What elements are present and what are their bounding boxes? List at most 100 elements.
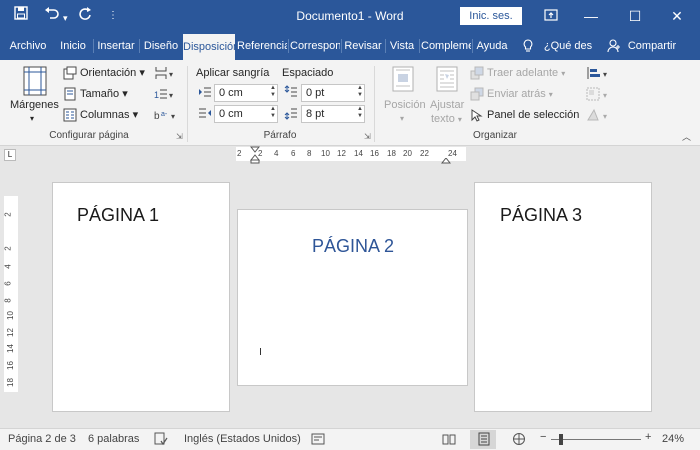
bring-forward-label: Traer adelante [487, 67, 559, 79]
proofing-icon[interactable] [154, 432, 168, 449]
ruler-tick: 18 [5, 378, 15, 387]
svg-text:▾: ▾ [603, 112, 607, 121]
customize-toolbar-icon[interactable]: ⋮ [108, 6, 118, 26]
margins-icon[interactable] [22, 66, 48, 99]
horizontal-ruler[interactable]: 2 2 4 6 8 10 12 14 16 18 20 22 24 [236, 146, 466, 164]
collapse-ribbon-icon[interactable]: ︿ [682, 130, 691, 144]
wrap-text-icon[interactable] [436, 66, 458, 95]
selection-pane-button[interactable]: Panel de selección [487, 108, 579, 122]
page-2[interactable]: PÁGINA 2 [237, 209, 468, 386]
zoom-slider-thumb[interactable] [559, 434, 563, 445]
maximize-button[interactable]: ☐ [615, 0, 655, 32]
indent-right-input[interactable]: 0 cm ▲ ▼ [214, 105, 278, 123]
svg-text:a-: a- [161, 111, 168, 118]
indent-left-input[interactable]: 0 cm ▲ ▼ [214, 84, 278, 102]
wrap-text-label-1[interactable]: Ajustar [430, 98, 464, 112]
svg-text:b: b [154, 111, 160, 122]
ruler-tick: 14 [5, 344, 15, 353]
size-icon [63, 87, 77, 104]
tab-addins[interactable]: Complementos [421, 32, 471, 60]
ruler-tick: 16 [370, 149, 379, 158]
sign-in-button[interactable]: Inic. ses. [460, 7, 522, 25]
zoom-in-button[interactable]: + [645, 431, 651, 443]
indent-left-spinner-icon[interactable]: ▲ ▼ [270, 85, 276, 99]
tab-mailings[interactable]: Correspondencia [290, 32, 340, 60]
send-backward-button[interactable]: Enviar atrás ▾ [487, 87, 553, 102]
ruler-tick: 18 [387, 149, 396, 158]
indent-right-spinner-icon[interactable]: ▲ ▼ [270, 106, 276, 120]
spacing-before-spinner-icon[interactable]: ▲ ▼ [357, 85, 363, 99]
align-icon[interactable]: ▾ [586, 66, 610, 83]
group-page-setup-label: Configurar página [49, 130, 129, 141]
tab-view[interactable]: Vista [387, 32, 417, 60]
print-layout-icon[interactable] [477, 432, 491, 449]
tab-home[interactable]: Inicio [56, 32, 90, 60]
tab-file[interactable]: Archivo [4, 32, 52, 60]
orientation-button[interactable]: Orientación ▾ [80, 66, 145, 80]
tell-me-search[interactable]: ¿Qué des [540, 32, 596, 60]
svg-text:▾: ▾ [171, 112, 175, 121]
share-button[interactable]: Compartir [624, 32, 680, 60]
indent-left-value: 0 cm [219, 87, 243, 99]
spacing-after-spinner-icon[interactable]: ▲ ▼ [357, 106, 363, 120]
page-1[interactable]: PÁGINA 1 [52, 182, 230, 412]
breaks-icon[interactable]: ▾ [154, 66, 176, 83]
bring-forward-button[interactable]: Traer adelante ▾ [487, 66, 565, 81]
wrap-text-label-2[interactable]: texto ▾ [431, 112, 462, 127]
language-status[interactable]: Inglés (Estados Unidos) [184, 433, 301, 445]
tab-design[interactable]: Diseño [141, 32, 181, 60]
svg-text:▾: ▾ [169, 91, 173, 100]
line-numbers-icon[interactable]: 1 ▾ [154, 87, 176, 104]
spacing-after-input[interactable]: 8 pt ▲ ▼ [301, 105, 365, 123]
orientation-label: Orientación [80, 67, 137, 79]
accessibility-icon[interactable] [311, 432, 325, 449]
ribbon-display-options-icon[interactable] [531, 0, 571, 32]
group-objects-icon[interactable]: ▾ [586, 87, 610, 104]
hyphenation-icon[interactable]: b a- ▾ [154, 108, 178, 125]
ruler-tick: 20 [403, 149, 412, 158]
svg-text:▾: ▾ [169, 70, 173, 79]
close-button[interactable]: ✕ [657, 0, 697, 32]
page-2-heading: PÁGINA 2 [312, 236, 395, 256]
share-person-icon[interactable] [606, 32, 622, 60]
page-setup-launcher-icon[interactable]: ⇲ [176, 132, 183, 141]
web-layout-icon[interactable] [512, 432, 526, 449]
columns-button[interactable]: Columnas ▾ [80, 108, 138, 122]
minimize-button[interactable]: — [571, 0, 611, 32]
position-icon[interactable] [392, 66, 414, 95]
orientation-icon [63, 66, 77, 83]
margins-dropdown-icon[interactable]: ▾ [30, 112, 34, 126]
position-button[interactable]: Posición [384, 98, 426, 112]
paragraph-launcher-icon[interactable]: ⇲ [364, 132, 371, 141]
save-icon[interactable] [14, 6, 28, 26]
svg-text:1: 1 [154, 90, 159, 100]
margins-button[interactable]: Márgenes [10, 98, 59, 112]
tab-layout[interactable]: Disposición [183, 34, 235, 60]
read-mode-icon[interactable] [442, 432, 456, 449]
page-3[interactable]: PÁGINA 3 [474, 182, 652, 412]
lightbulb-icon[interactable] [520, 32, 536, 60]
zoom-slider-track[interactable] [551, 439, 641, 440]
ruler-tick: 6 [3, 281, 13, 286]
selection-pane-icon [470, 108, 484, 125]
tab-insert[interactable]: Insertar [95, 32, 137, 60]
undo-dropdown-icon[interactable]: ▾ [63, 8, 68, 28]
rotate-icon[interactable]: ▾ [586, 108, 610, 125]
tab-help[interactable]: Ayuda [474, 32, 510, 60]
size-button[interactable]: Tamaño ▾ [80, 87, 128, 101]
word-count-status[interactable]: 6 palabras [88, 433, 139, 445]
position-dropdown-icon[interactable]: ▾ [400, 112, 404, 126]
undo-icon[interactable] [44, 6, 60, 26]
zoom-level[interactable]: 24% [662, 433, 684, 445]
spacing-before-input[interactable]: 0 pt ▲ ▼ [301, 84, 365, 102]
ruler-tick: 10 [5, 311, 15, 320]
svg-text:▾: ▾ [603, 70, 607, 79]
tab-references[interactable]: Referencias [237, 32, 287, 60]
vertical-ruler[interactable]: 2 2 4 6 8 10 12 14 16 18 [4, 196, 18, 392]
tab-selector[interactable]: L [4, 149, 16, 161]
tab-review[interactable]: Revisar [343, 32, 383, 60]
zoom-out-button[interactable]: − [540, 431, 546, 443]
page-count-status[interactable]: Página 2 de 3 [8, 433, 76, 445]
spacing-header: Espaciado [282, 67, 334, 79]
redo-icon[interactable] [78, 6, 92, 26]
